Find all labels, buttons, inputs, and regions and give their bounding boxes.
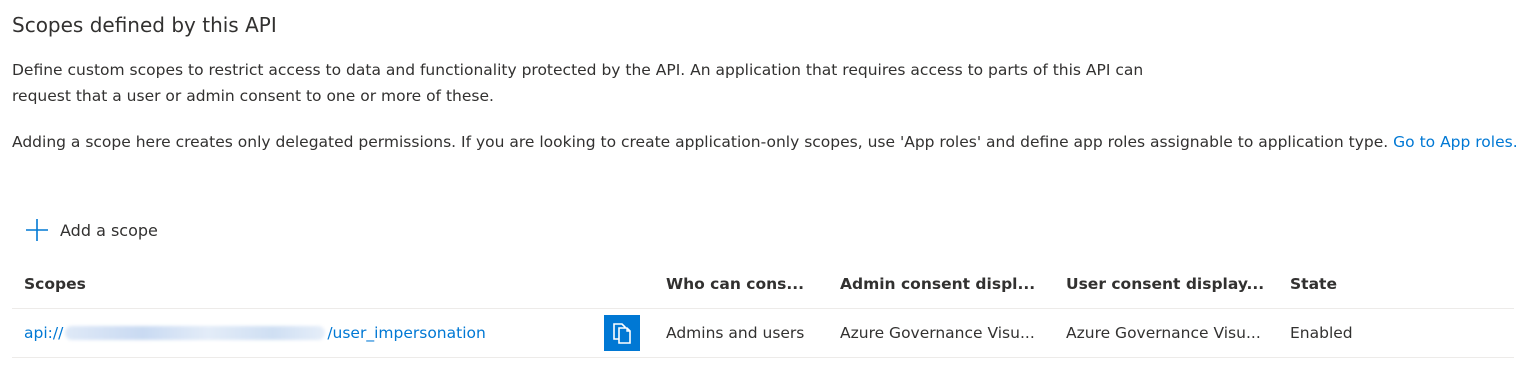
plus-icon xyxy=(24,217,50,243)
column-header-state[interactable]: State xyxy=(1290,260,1490,308)
go-to-app-roles-link[interactable]: Go to App roles. xyxy=(1393,133,1517,151)
add-scope-button[interactable]: Add a scope xyxy=(24,216,158,244)
scope-uri-prefix: api:// xyxy=(24,324,64,342)
page-title: Scopes defined by this API xyxy=(12,13,277,37)
delegated-permissions-text: Adding a scope here creates only delegat… xyxy=(12,133,1389,151)
column-header-scopes[interactable]: Scopes xyxy=(24,260,624,308)
scope-uri-link[interactable]: api:// /user_impersonation xyxy=(24,324,486,342)
add-scope-label: Add a scope xyxy=(60,220,158,240)
state-value: Enabled xyxy=(1290,324,1353,342)
admin-consent-display-value: Azure Governance Visu... xyxy=(840,324,1035,342)
scope-cell: api:// /user_impersonation xyxy=(24,309,624,357)
delegated-permissions-note: Adding a scope here creates only delegat… xyxy=(12,129,1522,155)
column-header-admin-consent-display[interactable]: Admin consent displ... xyxy=(840,260,1060,308)
scopes-description: Define custom scopes to restrict access … xyxy=(12,61,1144,105)
redacted-app-id xyxy=(65,326,326,340)
who-can-consent-value: Admins and users xyxy=(666,324,805,342)
table-header: Scopes Who can cons... Admin consent dis… xyxy=(12,260,1514,309)
user-consent-display-value: Azure Governance Visu... xyxy=(1066,324,1261,342)
column-header-who-can-consent[interactable]: Who can cons... xyxy=(666,260,834,308)
copy-icon xyxy=(611,321,633,345)
column-header-user-consent-display[interactable]: User consent display... xyxy=(1066,260,1288,308)
scopes-table: Scopes Who can cons... Admin consent dis… xyxy=(12,260,1514,358)
scope-uri-suffix: /user_impersonation xyxy=(327,324,486,342)
copy-button[interactable] xyxy=(604,315,640,351)
table-row[interactable]: api:// /user_impersonation Admins and us… xyxy=(12,309,1514,358)
